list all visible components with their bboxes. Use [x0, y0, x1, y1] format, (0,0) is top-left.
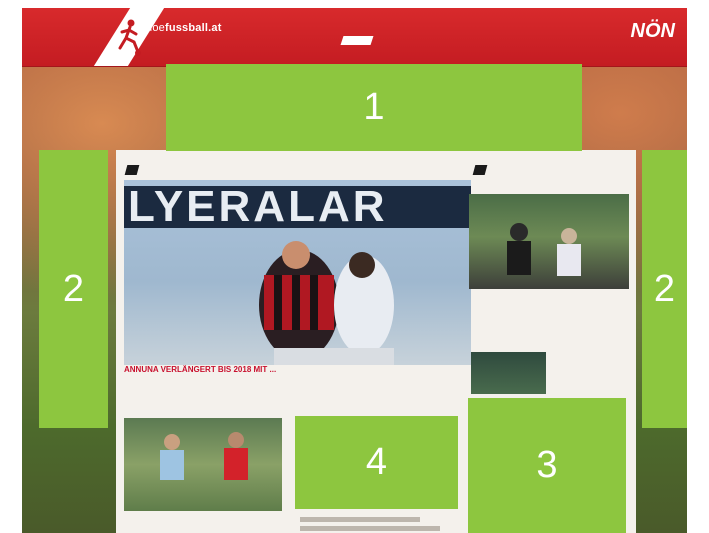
players-illustration [259, 241, 394, 365]
ad-slot-3[interactable]: 3 [468, 398, 626, 533]
hero-image[interactable]: LYERALAR [124, 180, 471, 365]
sidebar-players-illustration [507, 223, 581, 276]
ad-slot-2-left[interactable]: 2 [39, 150, 108, 428]
site-header: noefussball.at NÖN [22, 8, 687, 67]
ad-slot-2-right[interactable]: 2 [642, 150, 687, 428]
bottom-article-image[interactable] [124, 418, 282, 511]
ad-slot-4[interactable]: 4 [295, 416, 458, 509]
sidebar-article-image[interactable] [469, 194, 629, 289]
ad-slot-1[interactable]: 1 [166, 64, 582, 151]
site-logo[interactable]: noefussball.at [146, 22, 222, 34]
placeholder-line [300, 517, 420, 522]
hero-headline[interactable]: ANNUNA VERLÄNGERT BIS 2018 MIT ... [124, 365, 384, 375]
placeholder-line [300, 526, 440, 531]
page-frame: noefussball.at NÖN LYERALAR ANNUNA VERLÄ… [22, 8, 687, 533]
bottom-players-illustration [160, 432, 248, 480]
soccer-player-icon [118, 19, 141, 56]
site-name-main: fussball.at [164, 22, 222, 34]
sidebar-thumb[interactable] [471, 352, 546, 394]
site-name-prefix: noe [146, 22, 165, 34]
nav-badge-icon [340, 36, 374, 45]
main-nav [340, 36, 414, 45]
brand-logo[interactable]: NÖN [631, 20, 675, 43]
